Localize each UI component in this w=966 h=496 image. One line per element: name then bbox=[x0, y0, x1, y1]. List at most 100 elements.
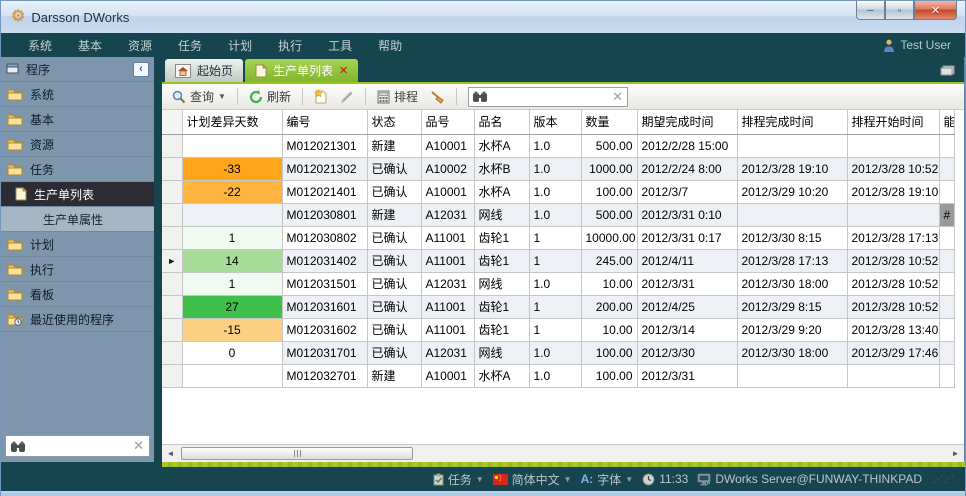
cell-order-no: M012031501 bbox=[282, 272, 367, 295]
new-button[interactable] bbox=[310, 87, 332, 106]
query-button[interactable]: 查询 ▼ bbox=[168, 86, 230, 107]
table-row[interactable]: 27M012031601已确认A11001齿轮11200.002012/4/25… bbox=[162, 295, 955, 318]
column-header-数量[interactable]: 数量 bbox=[581, 110, 637, 134]
table-row[interactable]: M012032701新建A10001水杯A1.0100.002012/3/31 bbox=[162, 364, 955, 387]
table-row[interactable]: M012021301新建A10001水杯A1.0500.002012/2/28 … bbox=[162, 134, 955, 157]
query-caret-icon[interactable]: ▼ bbox=[218, 92, 226, 101]
sidebar-item-生产单列表[interactable]: 生产单列表 bbox=[1, 182, 154, 207]
minimize-button[interactable]: ─ bbox=[856, 1, 885, 20]
column-header-计划差异天数[interactable]: 计划差异天数 bbox=[182, 110, 282, 134]
horizontal-scrollbar[interactable]: ◄ ► bbox=[162, 444, 964, 462]
sidebar-item-label: 执行 bbox=[30, 261, 54, 278]
toolbar-search-clear-icon[interactable]: ✕ bbox=[612, 89, 623, 105]
table-row[interactable]: 0M012031701已确认A12031网线1.0100.002012/3/30… bbox=[162, 341, 955, 364]
menu-item-任务[interactable]: 任务 bbox=[165, 37, 215, 54]
menu-item-基本[interactable]: 基本 bbox=[65, 37, 115, 54]
sidebar-search-box[interactable]: ✕ bbox=[5, 435, 150, 457]
cell-expect-finish-time: 2012/4/11 bbox=[637, 249, 737, 272]
cell-qty: 200.00 bbox=[581, 295, 637, 318]
cell-qty: 10.00 bbox=[581, 318, 637, 341]
sidebar-item-任务[interactable]: 任务 bbox=[1, 157, 154, 182]
cell-order-no: M012031701 bbox=[282, 341, 367, 364]
cell-plan-diff-days: 14 bbox=[182, 249, 282, 272]
menu-item-工具[interactable]: 工具 bbox=[315, 37, 365, 54]
sidebar-collapse-button[interactable]: ‹ bbox=[133, 62, 149, 77]
sidebar-search-clear-icon[interactable]: ✕ bbox=[133, 438, 144, 454]
cell-plan-diff-days: -15 bbox=[182, 318, 282, 341]
sidebar-item-计划[interactable]: 计划 bbox=[1, 232, 154, 257]
sidebar-item-生产单属性[interactable]: 生产单属性 bbox=[1, 207, 154, 232]
column-header-状态[interactable]: 状态 bbox=[367, 110, 421, 134]
toolbar-search-input[interactable] bbox=[487, 90, 612, 104]
resize-grip-icon[interactable]: ⋰⋰ bbox=[933, 474, 955, 485]
green-splitter[interactable] bbox=[162, 462, 965, 467]
sidebar-content-divider bbox=[154, 57, 162, 462]
table-row[interactable]: -22M012021401已确认A10001水杯A1.0100.002012/3… bbox=[162, 180, 955, 203]
statusbar-language[interactable]: 简体中文 ▼ bbox=[493, 471, 572, 488]
cell-item-no: A10001 bbox=[421, 364, 474, 387]
cell-sched-start-time: 2012/3/28 17:13 bbox=[847, 226, 939, 249]
table-row[interactable]: ►14M012031402已确认A11001齿轮11245.002012/4/1… bbox=[162, 249, 955, 272]
refresh-label: 刷新 bbox=[267, 88, 291, 105]
clean-button[interactable] bbox=[426, 88, 449, 106]
menu-item-计划[interactable]: 计划 bbox=[215, 37, 265, 54]
cell-overflow bbox=[939, 341, 955, 364]
table-row[interactable]: M012030801新建A12031网线1.0500.002012/3/31 0… bbox=[162, 203, 955, 226]
header-row-selector[interactable] bbox=[162, 110, 182, 134]
tab-production-order-list[interactable]: 生产单列表 ✕ bbox=[245, 59, 358, 82]
column-header-版本[interactable]: 版本 bbox=[529, 110, 581, 134]
column-header-编号[interactable]: 编号 bbox=[282, 110, 367, 134]
cell-expect-finish-time: 2012/3/30 bbox=[637, 341, 737, 364]
table-row[interactable]: -15M012031602已确认A11001齿轮1110.002012/3/14… bbox=[162, 318, 955, 341]
sidebar-item-最近使用的程序[interactable]: 最近使用的程序 bbox=[1, 307, 154, 332]
column-header-期望完成时间[interactable]: 期望完成时间 bbox=[637, 110, 737, 134]
column-header-品号[interactable]: 品号 bbox=[421, 110, 474, 134]
folder-icon bbox=[7, 238, 23, 251]
cell-plan-diff-days: 1 bbox=[182, 272, 282, 295]
cell-version: 1.0 bbox=[529, 364, 581, 387]
table-row[interactable]: 1M012031501已确认A12031网线1.010.002012/3/312… bbox=[162, 272, 955, 295]
tab-close-icon[interactable]: ✕ bbox=[339, 64, 348, 77]
cell-version: 1.0 bbox=[529, 203, 581, 226]
sidebar-item-系统[interactable]: 系统 bbox=[1, 82, 154, 107]
table-row[interactable]: 1M012030802已确认A11001齿轮1110000.002012/3/3… bbox=[162, 226, 955, 249]
cell-sched-start-time: 2012/3/28 10:52 bbox=[847, 272, 939, 295]
sidebar-item-看板[interactable]: 看板 bbox=[1, 282, 154, 307]
close-button[interactable]: ✕ bbox=[914, 1, 957, 20]
scroll-left-icon[interactable]: ◄ bbox=[162, 445, 179, 462]
cell-item-name: 水杯A bbox=[474, 134, 529, 157]
sidebar-item-执行[interactable]: 执行 bbox=[1, 257, 154, 282]
sidebar-item-资源[interactable]: 资源 bbox=[1, 132, 154, 157]
user-indicator[interactable]: Test User bbox=[883, 38, 951, 52]
sidebar-header: 程序 ‹ bbox=[1, 57, 154, 82]
sidebar-item-label: 系统 bbox=[30, 86, 54, 103]
scroll-right-icon[interactable]: ► bbox=[947, 445, 964, 462]
refresh-button[interactable]: 刷新 bbox=[245, 86, 295, 107]
sidebar-search-input[interactable] bbox=[25, 439, 133, 453]
scrollbar-thumb[interactable] bbox=[181, 447, 413, 460]
menu-item-执行[interactable]: 执行 bbox=[265, 37, 315, 54]
maximize-button[interactable]: ▫ bbox=[885, 1, 914, 20]
sidebar-item-基本[interactable]: 基本 bbox=[1, 107, 154, 132]
column-header-品名[interactable]: 品名 bbox=[474, 110, 529, 134]
column-header-排程开始时间[interactable]: 排程开始时间 bbox=[847, 110, 939, 134]
menu-item-资源[interactable]: 资源 bbox=[115, 37, 165, 54]
schedule-button[interactable]: 排程 bbox=[373, 86, 422, 107]
cell-qty: 500.00 bbox=[581, 134, 637, 157]
column-header-排程完成时间[interactable]: 排程完成时间 bbox=[737, 110, 847, 134]
statusbar-task[interactable]: 任务 ▼ bbox=[433, 471, 484, 488]
menu-item-系统[interactable]: 系统 bbox=[15, 37, 65, 54]
toolbar-separator bbox=[456, 88, 457, 105]
cell-item-no: A10001 bbox=[421, 134, 474, 157]
sidebar-item-label: 生产单列表 bbox=[34, 186, 94, 203]
cell-expect-finish-time: 2012/2/28 15:00 bbox=[637, 134, 737, 157]
row-selector-cell bbox=[162, 272, 182, 295]
table-row[interactable]: -33M012021302已确认A10002水杯B1.01000.002012/… bbox=[162, 157, 955, 180]
window-list-icon[interactable] bbox=[939, 64, 956, 76]
column-header-能[interactable]: 能 bbox=[939, 110, 955, 134]
menu-item-帮助[interactable]: 帮助 bbox=[365, 37, 415, 54]
statusbar-font[interactable]: A: 字体 ▼ bbox=[581, 471, 634, 488]
edit-button[interactable] bbox=[336, 88, 358, 106]
tab-start-page[interactable]: 起始页 bbox=[165, 59, 243, 82]
toolbar-search-box[interactable]: ✕ bbox=[468, 87, 628, 107]
